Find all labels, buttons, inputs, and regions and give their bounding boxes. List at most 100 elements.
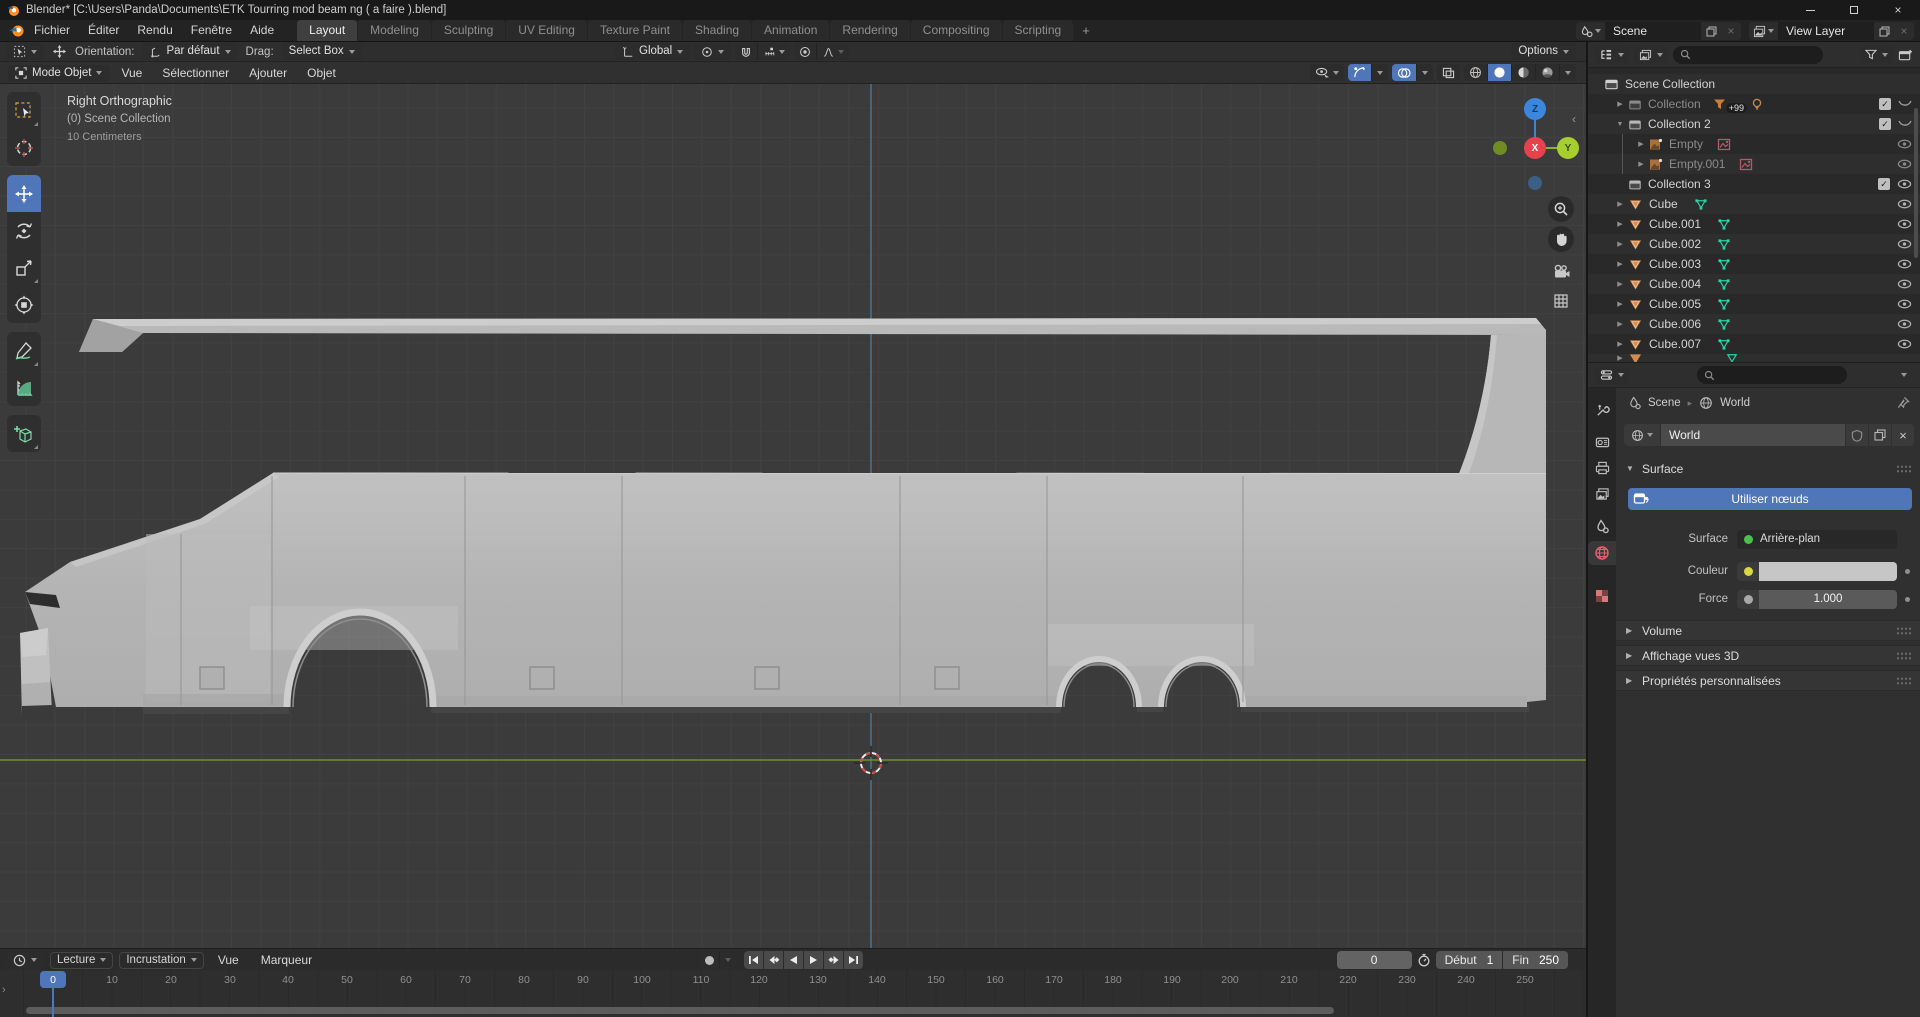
zoom-button[interactable] <box>1548 196 1574 222</box>
new-collection-button[interactable] <box>1898 48 1913 62</box>
outliner-row-scene-collection[interactable]: Scene Collection <box>1588 74 1920 94</box>
viewport-canvas[interactable]: Right Orthographic (0) Scene Collection … <box>0 84 1586 948</box>
measure-tool[interactable] <box>7 369 41 406</box>
expand-arrow[interactable]: ▶ <box>1612 260 1628 268</box>
collection-checkbox[interactable]: ✓ <box>1878 178 1890 190</box>
outliner-row-cube-001[interactable]: ▶ Cube.001 <box>1588 214 1920 234</box>
drag-dropdown[interactable]: Select Box <box>282 43 362 60</box>
copy-datablock-button[interactable] <box>1869 424 1891 446</box>
move-tool[interactable] <box>7 175 41 212</box>
play-button[interactable] <box>804 951 823 969</box>
scene-unlink-button[interactable]: × <box>1721 22 1741 40</box>
viewport-display-panel-header[interactable]: ▶ Affichage vues 3D <box>1616 645 1920 666</box>
outliner-row-clipped[interactable]: ▶ <box>1588 354 1920 362</box>
outliner-search-input[interactable] <box>1673 46 1823 64</box>
pan-button[interactable] <box>1548 226 1574 252</box>
world-name-field[interactable]: World <box>1661 424 1845 446</box>
tab-compositing[interactable]: Compositing <box>911 20 1002 41</box>
auto-key-record-button[interactable] <box>700 952 719 969</box>
menu-vue[interactable]: Vue <box>113 64 150 82</box>
annotate-tool[interactable] <box>7 332 41 369</box>
tab-render-properties[interactable] <box>1588 430 1616 454</box>
outliner-scrollbar[interactable] <box>1914 108 1918 258</box>
options-dropdown[interactable]: Options <box>1511 43 1576 60</box>
gizmo-minus-y-axis[interactable] <box>1493 141 1507 155</box>
outliner-row-cube-004[interactable]: ▶ Cube.004 <box>1588 274 1920 294</box>
blender-menu-logo-icon[interactable] <box>0 24 25 38</box>
next-keyframe-button[interactable] <box>824 951 843 969</box>
custom-properties-panel-header[interactable]: ▶ Propriétés personnalisées <box>1616 670 1920 691</box>
sidebar-collapse-chevron[interactable]: ‹ <box>1572 112 1576 126</box>
add-workspace-button[interactable]: + <box>1074 21 1098 40</box>
tab-shading[interactable]: Shading <box>683 20 751 41</box>
panel-drag-handle[interactable] <box>1896 626 1912 635</box>
snap-toggle[interactable] <box>735 43 757 60</box>
frame-start-field[interactable]: Début1 <box>1436 951 1503 969</box>
tab-texture-properties[interactable] <box>1588 584 1616 608</box>
playback-menu[interactable]: Lecture <box>50 952 113 969</box>
outliner-row-collection-2[interactable]: ▼ Collection 2 ✓ <box>1588 114 1920 134</box>
maximize-button[interactable] <box>1832 0 1876 20</box>
frame-end-field[interactable]: Fin250 <box>1503 951 1568 969</box>
tab-layout[interactable]: Layout <box>297 20 357 41</box>
scale-tool[interactable] <box>7 249 41 286</box>
timeline-ruler[interactable]: 0 10 20 30 40 50 60 70 80 90 100 110 120… <box>0 970 1586 1017</box>
fake-user-shield-button[interactable] <box>1846 424 1868 446</box>
tab-uv-editing[interactable]: UV Editing <box>506 20 587 41</box>
expand-arrow[interactable]: ▶ <box>1612 280 1628 288</box>
menu-aide[interactable]: Aide <box>241 20 283 41</box>
panel-drag-handle[interactable] <box>1896 676 1912 685</box>
outliner-display-mode-dropdown[interactable] <box>1595 46 1629 63</box>
jump-to-end-button[interactable] <box>844 951 863 969</box>
gizmo-y-axis[interactable]: Y <box>1557 137 1579 159</box>
expand-arrow[interactable]: ▶ <box>1633 160 1649 168</box>
expand-arrow[interactable]: ▶ <box>1612 320 1628 328</box>
strength-slider[interactable]: 1.000 <box>1737 590 1897 609</box>
eye-open-icon[interactable] <box>1897 219 1912 229</box>
shading-solid-button[interactable] <box>1487 64 1511 81</box>
collection-checkbox[interactable]: ✓ <box>1879 118 1891 130</box>
shading-dropdown[interactable] <box>1559 64 1576 81</box>
world-color-swatch[interactable] <box>1737 562 1897 581</box>
active-tool-selector[interactable] <box>6 43 44 60</box>
proportional-falloff-dropdown[interactable] <box>816 43 849 60</box>
eye-open-icon[interactable] <box>1897 199 1912 209</box>
eye-open-icon[interactable] <box>1897 139 1912 149</box>
tab-scripting[interactable]: Scripting <box>1003 20 1074 41</box>
animate-decorator[interactable] <box>1905 569 1910 574</box>
snap-target-dropdown[interactable] <box>757 43 790 60</box>
jump-to-start-button[interactable] <box>744 951 763 969</box>
outliner-row-cube-002[interactable]: ▶ Cube.002 <box>1588 234 1920 254</box>
scene-browse-button[interactable] <box>1576 22 1605 40</box>
proportional-editing-toggle[interactable] <box>794 43 816 60</box>
view-layer-remove-button[interactable]: × <box>1894 22 1914 40</box>
outliner-row-empty[interactable]: ▶ Empty <box>1588 134 1920 154</box>
tab-scene-properties[interactable] <box>1588 514 1616 538</box>
close-button[interactable]: × <box>1876 0 1920 20</box>
menu-objet[interactable]: Objet <box>299 64 344 82</box>
menu-ajouter[interactable]: Ajouter <box>241 64 295 82</box>
view-layer-copy-button[interactable] <box>1874 22 1894 40</box>
mode-dropdown[interactable]: Mode Objet <box>8 65 109 82</box>
perspective-toggle-button[interactable] <box>1548 288 1574 314</box>
expand-arrow[interactable]: ▶ <box>1612 100 1628 108</box>
menu-selectionner[interactable]: Sélectionner <box>154 64 237 82</box>
pivot-point-dropdown[interactable] <box>694 43 731 60</box>
orientation-dropdown[interactable]: Par défaut <box>142 43 237 60</box>
shading-rendered-button[interactable] <box>1535 64 1559 81</box>
tab-sculpting[interactable]: Sculpting <box>432 20 505 41</box>
minimize-button[interactable] <box>1788 0 1832 20</box>
gizmo-z-axis[interactable]: Z <box>1524 98 1546 120</box>
scene-copy-button[interactable] <box>1701 22 1721 40</box>
expand-arrow[interactable]: ▶ <box>1612 300 1628 308</box>
outliner-row-cube[interactable]: ▶ Cube <box>1588 194 1920 214</box>
add-cube-tool[interactable] <box>7 415 41 452</box>
eye-open-icon[interactable] <box>1897 339 1912 349</box>
use-nodes-button[interactable]: Utiliser nœuds <box>1628 488 1912 510</box>
expand-arrow[interactable]: ▶ <box>1612 240 1628 248</box>
menu-fichier[interactable]: Fichier <box>25 20 79 41</box>
expand-arrow[interactable]: ▶ <box>1612 220 1628 228</box>
outliner-row-collection[interactable]: ▶ Collection +99 ✓ <box>1588 94 1920 114</box>
current-frame-field[interactable]: 0 <box>1337 951 1412 969</box>
camera-view-button[interactable] <box>1548 258 1574 284</box>
